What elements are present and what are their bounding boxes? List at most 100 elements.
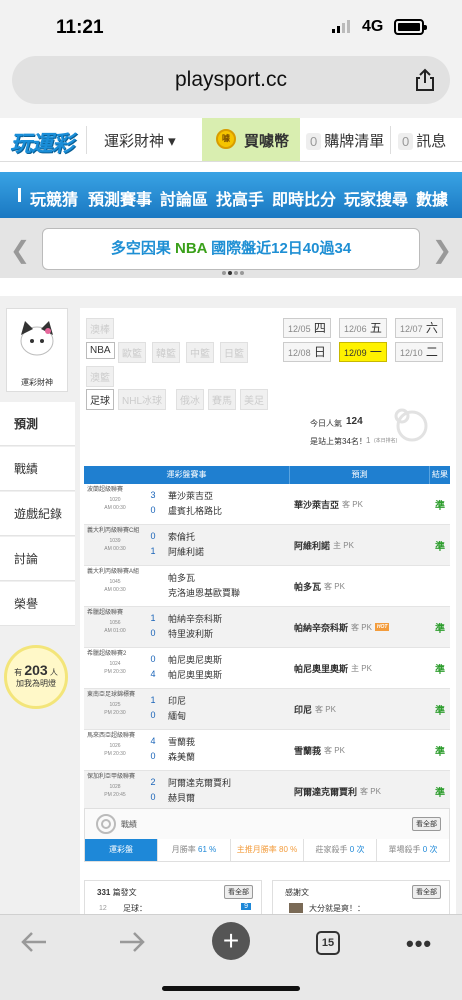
team-name[interactable]: 帕尼奧尼奧斯 xyxy=(160,653,222,666)
record-lead[interactable]: 運彩盤 xyxy=(85,839,158,861)
new-tab-button[interactable]: + xyxy=(212,922,250,960)
date-button-selected[interactable]: 12/09 一 xyxy=(339,342,387,362)
prediction-cell: 帕尼奧里奧斯主 PK xyxy=(290,648,430,688)
table-row[interactable]: 義大利丙級聯賽C組 1039 AM 00:30 0 索倫托 1 阿維利諾 阿維利諾主 P… xyxy=(84,525,450,566)
menu-item-player-search[interactable]: 玩家搜尋 xyxy=(344,186,408,210)
team-name[interactable]: 克洛迪恩基歐賈聯 xyxy=(160,586,240,599)
table-row[interactable]: 波蘭超級聯賽 1020 AM 00:30 3 華沙萊吉亞 0 盧賓扎格路比 華沙萊吉亞客… xyxy=(84,484,450,525)
menu-item-forum[interactable]: 討論區 xyxy=(160,186,208,210)
table-row[interactable]: 義大利丙級聯賽A組 1045 AM 00:30 帕多瓦 克洛迪恩基歐賈聯 帕多瓦客 … xyxy=(84,566,450,607)
filter-tag[interactable]: 韓籃 xyxy=(152,342,180,363)
team-name[interactable]: 索倫托 xyxy=(160,530,195,543)
prediction-side: 客 PK xyxy=(324,745,345,755)
buy-coins-button[interactable]: 噱 買噱幣 xyxy=(202,118,300,161)
record-value: 80 % xyxy=(279,845,298,854)
posts-view-all-button[interactable]: 看全部 xyxy=(224,885,253,899)
score: 3 xyxy=(150,490,156,500)
team-name[interactable]: 盧賓扎格路比 xyxy=(160,504,222,517)
table-row[interactable]: 希臘超級聯賽 1056 AM 01:00 1 帕納辛奈科斯 0 特里波利斯 帕納辛奈科斯… xyxy=(84,607,450,648)
record-view-all-button[interactable]: 看全部 xyxy=(412,817,441,831)
arrow-left-icon[interactable] xyxy=(20,931,48,953)
filter-tag[interactable]: 中籃 xyxy=(186,342,214,363)
team-name[interactable]: 雪蘭莪 xyxy=(160,735,195,748)
table-row[interactable]: 希臘超級聯賽2 1024 PM 20:30 0 帕尼奧尼奧斯 4 帕尼奧里奧斯 帕尼奧里… xyxy=(84,648,450,689)
prediction-team: 帕多瓦 xyxy=(294,581,322,592)
record-label: 主推月勝率 xyxy=(236,845,277,854)
menu-item-guess[interactable]: 玩競猜 xyxy=(30,186,78,210)
table-row[interactable]: 馬來西亞超級聯賽 1026 PM 20:30 4 雪蘭莪 0 森美蘭 雪蘭莪客 PK 準 xyxy=(84,730,450,771)
share-icon[interactable] xyxy=(414,68,436,92)
filter-tag[interactable]: NBA xyxy=(86,342,115,359)
post-title[interactable]: 足球： xyxy=(123,903,147,914)
record-value: 61 % xyxy=(198,845,217,854)
chevron-left-icon[interactable]: ❮ xyxy=(10,236,30,265)
prediction-cell: 雪蘭莪客 PK xyxy=(290,730,430,770)
result-cell: 準 xyxy=(435,664,445,676)
chevron-right-icon[interactable]: ❯ xyxy=(432,236,452,265)
menu-item-livescore[interactable]: 即時比分 xyxy=(272,186,336,210)
date-button[interactable]: 12/07 六 xyxy=(395,318,443,338)
filter-tag[interactable]: 賽馬 xyxy=(208,389,236,410)
tab-count-button[interactable]: 15 xyxy=(316,931,340,955)
filter-tag[interactable]: 澳籃 xyxy=(86,366,114,387)
site-logo[interactable]: 玩運彩 xyxy=(10,126,74,158)
user-menu[interactable]: 運彩財神 ▾ xyxy=(104,130,176,151)
table-row[interactable]: 東南亞足球錦標賽 1025 PM 20:30 1 印尼 0 緬甸 印尼客 PK 準 xyxy=(84,689,450,730)
url-text[interactable]: playsport.cc xyxy=(12,68,450,92)
tab-record[interactable]: 戰績 xyxy=(0,447,75,491)
team-name[interactable]: 緬甸 xyxy=(160,709,186,722)
menu-item-data[interactable]: 數據 xyxy=(416,186,448,210)
menu-item-experts[interactable]: 找高手 xyxy=(216,186,264,210)
league-name: 義大利丙級聯賽C組 xyxy=(87,528,140,534)
date-button[interactable]: 12/10 二 xyxy=(395,342,443,362)
tab-game-log[interactable]: 遊戲紀錄 xyxy=(0,492,75,536)
record-item: 主推月勝率 80 % xyxy=(231,839,304,861)
team-name[interactable]: 赫貝爾 xyxy=(160,791,195,804)
tab-predict[interactable]: 預測 xyxy=(0,402,75,446)
date-button[interactable]: 12/06 五 xyxy=(339,318,387,338)
menu-item-predict[interactable]: 預測賽事 xyxy=(88,186,152,210)
score: 1 xyxy=(150,613,156,623)
date-md: 12/10 xyxy=(400,348,423,358)
prediction-side: 客 PK xyxy=(342,499,363,509)
filter-tag[interactable]: 美足 xyxy=(240,389,268,410)
team-name[interactable]: 帕納辛奈科斯 xyxy=(160,612,222,625)
more-icon[interactable]: ••• xyxy=(406,931,432,957)
filter-tag[interactable]: 歐籃 xyxy=(118,342,146,363)
filter-tag[interactable]: 俄冰 xyxy=(176,389,204,410)
league-cell: 保加利亞甲級聯賽 1028 PM 20:45 xyxy=(84,771,146,811)
fans-bulb[interactable]: 有 203 人 加我為明燈 xyxy=(4,645,68,709)
address-bar[interactable]: playsport.cc xyxy=(12,56,450,104)
team-name[interactable]: 特里波利斯 xyxy=(160,627,213,640)
team-name[interactable]: 華沙萊吉亞 xyxy=(160,489,213,502)
message-link[interactable]: 0 訊息 xyxy=(398,130,446,151)
thanks-post-title[interactable]: 大分就是爽！： xyxy=(309,903,365,914)
fans-count: 203 xyxy=(24,662,48,678)
team-name[interactable]: 印尼 xyxy=(160,694,186,707)
team-name[interactable]: 帕尼奧里奧斯 xyxy=(160,668,222,681)
score: 4 xyxy=(150,669,156,679)
tab-honor[interactable]: 榮譽 xyxy=(0,582,75,626)
arrow-right-icon[interactable] xyxy=(118,931,146,953)
filter-tag[interactable]: 澳棒 xyxy=(86,318,114,339)
team-name[interactable]: 阿爾達克爾賈利 xyxy=(160,776,231,789)
date-button[interactable]: 12/08 日 xyxy=(283,342,331,362)
purchase-list-label: 購牌清單 xyxy=(324,133,385,150)
filter-tag[interactable]: 日籃 xyxy=(220,342,248,363)
date-button[interactable]: 12/05 四 xyxy=(283,318,331,338)
league-name: 希臘超級聯賽2 xyxy=(87,651,127,657)
game-time: AM 00:30 xyxy=(104,505,126,511)
team-name[interactable]: 森美蘭 xyxy=(160,750,195,763)
hot-badge: HOT xyxy=(374,623,390,631)
team-name[interactable]: 阿維利諾 xyxy=(160,545,204,558)
promo-banner[interactable]: 多空因果 NBA 國際盤近12日40過34 xyxy=(42,228,420,270)
team-name[interactable]: 帕多瓦 xyxy=(160,571,195,584)
main-menu: 玩競猜 預測賽事 討論區 找高手 即時比分 玩家搜尋 數據 xyxy=(0,172,462,218)
filter-tag[interactable]: 足球 xyxy=(86,389,114,410)
tab-discussion[interactable]: 討論 xyxy=(0,537,75,581)
thanks-view-all-button[interactable]: 看全部 xyxy=(412,885,441,899)
table-row[interactable]: 保加利亞甲級聯賽 1028 PM 20:45 2 阿爾達克爾賈利 0 赫貝爾 阿爾達克爾… xyxy=(84,771,450,812)
purchase-list-link[interactable]: 0 購牌清單 xyxy=(306,130,384,151)
filter-tag[interactable]: NHL冰球 xyxy=(118,389,167,410)
profile-name: 運彩財神 xyxy=(21,378,53,387)
